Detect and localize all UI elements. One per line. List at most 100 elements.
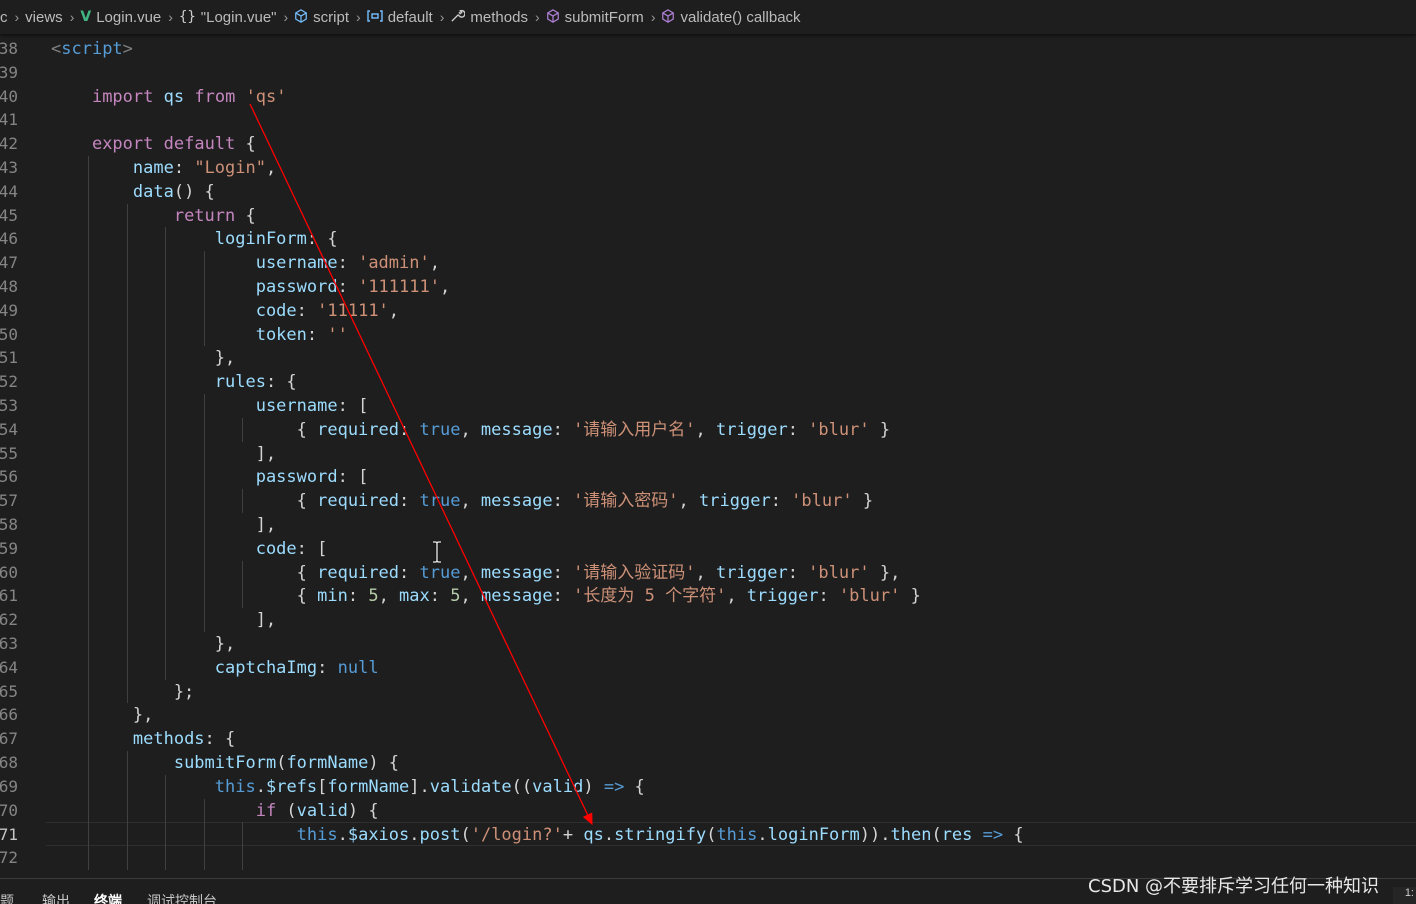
line-number: 56: [0, 467, 18, 487]
breadcrumb-item-default[interactable]: default: [366, 9, 433, 26]
code-line[interactable]: 54 { required: true, message: '请输入用户名', …: [0, 418, 1416, 442]
code-line[interactable]: 42 export default {: [0, 132, 1416, 156]
code-line[interactable]: 71 this.$axios.post('/login?'+ qs.string…: [0, 822, 1416, 847]
code-text: },: [51, 634, 236, 654]
breadcrumb-item-validate-callback[interactable]: validate() callback: [661, 9, 801, 26]
code-line[interactable]: 43 name: "Login",: [0, 156, 1416, 180]
code-line[interactable]: 66 },: [0, 703, 1416, 727]
code-line[interactable]: 40 import qs from 'qs': [0, 85, 1416, 109]
code-line[interactable]: 51 },: [0, 346, 1416, 370]
code-line[interactable]: 45 return {: [0, 204, 1416, 228]
code-text: { required: true, message: '请输入验证码', tri…: [51, 562, 901, 583]
line-number: 62: [0, 610, 18, 630]
code-line[interactable]: 56 password: [: [0, 465, 1416, 489]
indent-guide: [242, 417, 243, 442]
code-line[interactable]: 70 if (valid) {: [0, 799, 1416, 823]
code-text: this.$axios.post('/login?'+ qs.stringify…: [296, 825, 1024, 846]
code-line[interactable]: 50 token: '': [0, 323, 1416, 347]
line-number: 52: [0, 372, 18, 392]
code-line[interactable]: 44 data() {: [0, 180, 1416, 204]
code-line[interactable]: 61 { min: 5, max: 5, message: '长度为 5 个字符…: [0, 584, 1416, 608]
code-line[interactable]: 49 code: '11111',: [0, 299, 1416, 323]
code-line[interactable]: 68 submitForm(formName) {: [0, 751, 1416, 775]
chevron-right-icon: ›: [356, 9, 361, 25]
code-line[interactable]: 55 ],: [0, 442, 1416, 466]
line-number: 67: [0, 729, 18, 749]
line-number: 46: [0, 229, 18, 249]
code-line[interactable]: 63 },: [0, 632, 1416, 656]
tab-debug-console[interactable]: 调试控制台: [147, 891, 217, 904]
chevron-right-icon: ›: [439, 9, 445, 25]
code-line[interactable]: 69 this.$refs[formName].validate((valid)…: [0, 775, 1416, 799]
code-text: captchaImg: null: [214, 657, 379, 678]
line-number: 53: [0, 396, 18, 415]
breadcrumb-item-script[interactable]: script: [294, 9, 349, 26]
line-number: 50: [0, 324, 18, 344]
line-number: 38: [0, 39, 18, 58]
code-line[interactable]: 41: [0, 108, 1416, 132]
code-line[interactable]: 58 ],: [0, 513, 1416, 537]
code-line[interactable]: 67 methods: {: [0, 727, 1416, 751]
code-text: ],: [51, 610, 277, 631]
code-text: { min: 5, max: 5, message: '长度为 5 个字符', …: [51, 586, 921, 607]
line-number: 68: [0, 753, 18, 772]
code-line[interactable]: 64 captchaImg: null: [0, 656, 1416, 680]
code-text: password: [: [255, 467, 369, 488]
code-text: submitForm(formName) {: [173, 753, 400, 773]
status-position[interactable]: 1:: [1393, 887, 1416, 904]
code-line[interactable]: 52 rules: {: [0, 370, 1416, 394]
code-line[interactable]: 60 { required: true, message: '请输入验证码', …: [0, 561, 1416, 585]
line-number: 63: [0, 634, 18, 653]
breadcrumb: c › views › V Login.vue › {} "Login.vue" ›…: [0, 0, 1416, 34]
code-line[interactable]: 53 username: [: [0, 394, 1416, 418]
line-number: 48: [0, 277, 18, 296]
breadcrumb-item-views[interactable]: views: [25, 9, 63, 26]
line-number: 71: [0, 825, 18, 845]
code-text: import qs from 'qs': [91, 86, 287, 107]
code-text: methods: {: [132, 729, 236, 750]
breadcrumb-item-src[interactable]: c: [0, 9, 8, 26]
code-text: data() {: [132, 181, 215, 202]
code-line[interactable]: 39: [0, 61, 1416, 85]
code-line[interactable]: 72: [0, 846, 1416, 870]
line-number: 42: [0, 134, 18, 154]
breadcrumb-item-submitform[interactable]: submitForm: [546, 9, 644, 26]
indent-guide: [126, 203, 128, 704]
watermark: CSDN @不要排斥学习任何一种知识: [1088, 876, 1380, 897]
code-line[interactable]: 48 password: '111111',: [0, 275, 1416, 299]
code-line[interactable]: 47 username: 'admin',: [0, 251, 1416, 275]
chevron-right-icon: ›: [14, 9, 20, 25]
code-line[interactable]: 57 { required: true, message: '请输入密码', t…: [0, 489, 1416, 513]
line-number: 39: [0, 62, 18, 82]
line-number: 64: [0, 657, 18, 677]
code-text: password: '111111',: [255, 277, 451, 297]
code-line[interactable]: 38 <script>: [0, 37, 1416, 61]
tab-terminal[interactable]: 终端: [94, 891, 122, 904]
line-number: 51: [0, 348, 18, 368]
indent-guide: [203, 251, 205, 347]
breadcrumb-item-module[interactable]: {} "Login.vue": [179, 9, 277, 26]
line-number: 60: [0, 562, 18, 582]
code-text: loginForm: {: [214, 229, 338, 250]
code-text: return {: [173, 205, 256, 226]
code-line[interactable]: 59 code: [: [0, 537, 1416, 561]
line-number: 59: [0, 538, 18, 558]
code-text: { required: true, message: '请输入用户名', tri…: [51, 419, 891, 440]
tab-problems[interactable]: 问题: [0, 891, 14, 904]
indent-guide: [242, 560, 243, 609]
vue-icon: V: [80, 9, 92, 25]
breadcrumb-item-methods[interactable]: methods: [450, 8, 528, 26]
indent-guide: [242, 489, 243, 513]
breadcrumb-item-file[interactable]: V Login.vue: [80, 9, 161, 26]
code-line[interactable]: 46 loginForm: {: [0, 227, 1416, 251]
code-line[interactable]: 65 };: [0, 680, 1416, 704]
wrench-icon: [450, 8, 466, 26]
code-line[interactable]: 62 ],: [0, 608, 1416, 632]
variable-icon: [366, 9, 383, 25]
indent-guide: [242, 822, 243, 870]
line-number: 44: [0, 181, 18, 201]
chevron-right-icon: ›: [283, 9, 289, 25]
line-number: 65: [0, 681, 18, 701]
code-editor[interactable]: 38 <script> 39 40 import qs from 'qs' 41 42 e…: [0, 36, 1416, 878]
tab-output[interactable]: 输出: [42, 891, 70, 904]
